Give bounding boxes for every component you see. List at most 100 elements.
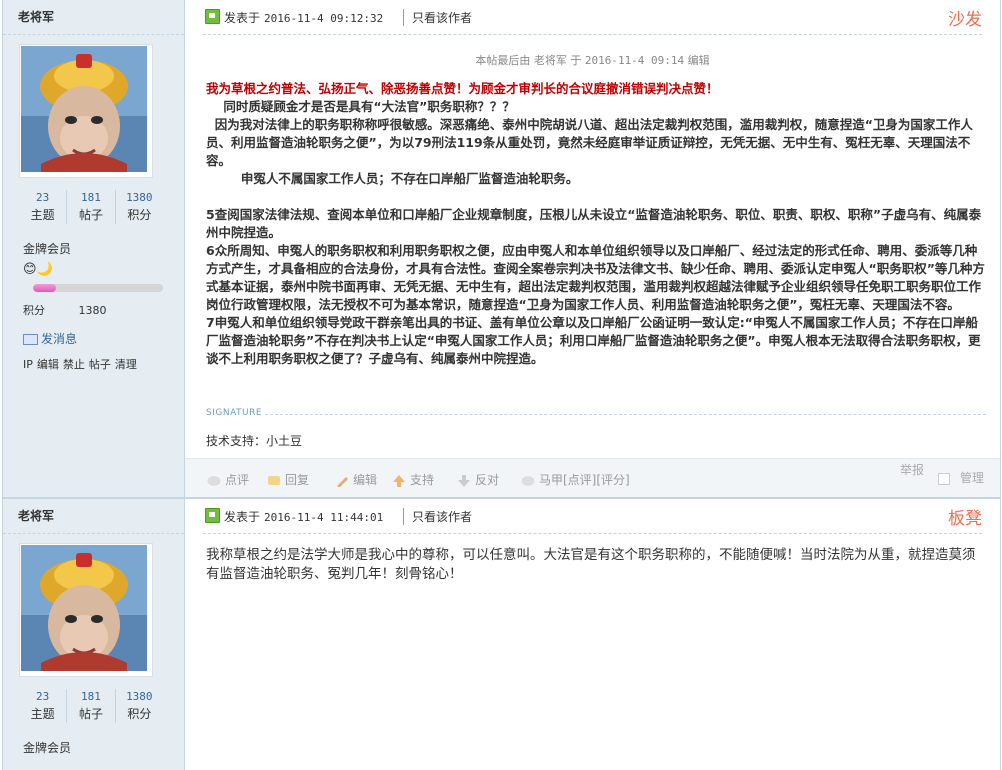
author-panel: 老将军 23 主题 181	[3, 499, 185, 770]
send-message-label: 发消息	[41, 332, 78, 346]
author-name[interactable]: 老将军	[18, 8, 54, 25]
only-author-link[interactable]: 只看该作者	[403, 9, 472, 26]
comment-icon	[207, 475, 221, 486]
post-time: 发表于 2016-11-4 11:44:01	[224, 508, 383, 525]
stat-label: 积分	[127, 208, 152, 222]
stat-label: 积分	[127, 707, 152, 721]
report-link[interactable]: 举报	[900, 461, 924, 478]
thumbs-up-icon	[393, 474, 405, 487]
manage-control[interactable]: 管理	[937, 469, 984, 486]
post-content: 发表于 2016-11-4 09:12:32 只看该作者 沙发 本帖最后由 老将军…	[185, 0, 1000, 497]
edit-suffix: 编辑	[687, 54, 710, 67]
manage-label: 管理	[959, 471, 984, 485]
post-paragraph: 6众所周知、申冤人的职务职权和利用职务职权之便，应由申冤人和本单位组织领导以及口…	[206, 243, 985, 312]
avatar[interactable]	[19, 543, 153, 677]
edit-label: 编辑	[353, 473, 378, 487]
oppose-label: 反对	[475, 473, 500, 487]
post-paragraph: 同时质疑顾金才是否是具有“大法官”职务职称？？？	[206, 99, 515, 114]
author-panel: 老将军 23 主题 181	[3, 0, 185, 497]
stat-posts[interactable]: 181 帖子	[66, 689, 114, 723]
author-stats: 23 主题 181 帖子 1380 积分	[19, 689, 163, 723]
support-label: 支持	[410, 473, 435, 487]
pencil-icon	[337, 476, 348, 487]
floor-label[interactable]: 沙发	[948, 5, 982, 30]
admin-ban-link[interactable]: 禁止	[63, 358, 85, 371]
stat-credits[interactable]: 1380 积分	[114, 190, 163, 224]
post-1: 老将军 23 主题 181 帖子 1380 积分 金牌会员 😊🌙 积分 1380…	[2, 0, 1001, 499]
stat-value: 181	[81, 191, 101, 204]
posted-time: 2016-11-4 11:44:01	[264, 511, 384, 524]
manage-checkbox[interactable]	[937, 472, 950, 485]
support-button[interactable]: 支持	[392, 471, 434, 488]
post-paragraph: 5查阅国家法律法规、查阅本单位和口岸船厂企业规章制度，压根儿从未设立“监督造油轮…	[206, 207, 982, 240]
stat-label: 帖子	[78, 208, 103, 222]
oppose-button[interactable]: 反对	[457, 471, 499, 488]
author-name[interactable]: 老将军	[18, 507, 54, 524]
post-content: 发表于 2016-11-4 11:44:01 只看该作者 板凳 我称草根之约是法学…	[185, 499, 1000, 770]
post-header: 发表于 2016-11-4 09:12:32 只看该作者 沙发	[203, 0, 982, 35]
stat-label: 主题	[30, 707, 55, 721]
signature-divider	[265, 414, 986, 415]
majia-button[interactable]: 马甲[点评][评分]	[521, 471, 630, 488]
send-message-link[interactable]: 发消息	[23, 330, 77, 347]
post-paragraph: 7申冤人和单位组织领导党政干群亲笔出具的书证、盖有单位公章以及口岸船厂公函证明一…	[206, 315, 981, 366]
reply-button[interactable]: 回复	[267, 471, 309, 488]
user-rank[interactable]: 金牌会员	[23, 240, 71, 257]
post-2: 老将军 23 主题 181 帖子 1380 积分 金牌会员 发表于 2016-1…	[2, 499, 1001, 770]
admin-edit-link[interactable]: 编辑	[37, 358, 59, 371]
credits-value: 1380	[78, 304, 107, 317]
rate-button[interactable]: 点评	[207, 471, 249, 488]
stat-value: 23	[36, 191, 50, 204]
floor-label[interactable]: 板凳	[948, 504, 982, 529]
only-author-link[interactable]: 只看该作者	[403, 508, 472, 525]
divider	[3, 533, 184, 534]
online-status-icon	[205, 9, 220, 24]
online-status-icon	[205, 508, 220, 523]
post-title-line: 我为草根之约普法、弘扬正气、除恶扬善点赞！为顾金才审判长的合议庭撤消错误判决点赞…	[206, 81, 719, 96]
stat-value: 1380	[126, 191, 153, 204]
post-header: 发表于 2016-11-4 11:44:01 只看该作者 板凳	[203, 499, 982, 534]
level-progress-fill	[33, 284, 57, 292]
edit-time: 2016-11-4 09:14	[584, 54, 685, 67]
avatar[interactable]	[19, 44, 153, 178]
admin-ip-link[interactable]: IP	[23, 358, 33, 371]
stat-threads[interactable]: 23 主题	[19, 190, 66, 224]
stat-value: 1380	[126, 690, 153, 703]
envelope-icon	[23, 334, 38, 345]
edit-note: 本帖最后由 老将军 于 2016-11-4 09:14 编辑	[185, 52, 1000, 68]
post-paragraph: 因为我对法律上的职务职称称呼很敏感。深恶痛绝、泰州中院胡说八道、超出法定裁判权范…	[206, 117, 973, 168]
post-body: 我称草根之约是法学大师是我心中的尊称，可以任意叫。大法官是有这个职务职称的，不能…	[206, 547, 976, 582]
posted-label: 发表于	[224, 510, 261, 524]
posted-time: 2016-11-4 09:12:32	[264, 12, 384, 25]
level-progress-bar	[33, 284, 163, 292]
posted-label: 发表于	[224, 11, 261, 25]
admin-links: IP 编辑 禁止 帖子 清理	[23, 356, 141, 372]
credits-label: 积分	[23, 304, 45, 317]
user-rank[interactable]: 金牌会员	[23, 739, 71, 756]
reply-label: 回复	[285, 473, 310, 487]
edit-button[interactable]: 编辑	[335, 471, 377, 488]
avatar-image	[21, 545, 147, 671]
avatar-image	[21, 46, 147, 172]
thumbs-down-icon	[458, 474, 470, 487]
post-time: 发表于 2016-11-4 09:12:32	[224, 9, 383, 26]
stat-threads[interactable]: 23 主题	[19, 689, 66, 723]
rate-label: 点评	[225, 473, 250, 487]
admin-posts-link[interactable]: 帖子	[89, 358, 111, 371]
edit-prefix: 本帖最后由	[475, 54, 531, 67]
stat-posts[interactable]: 181 帖子	[66, 190, 114, 224]
stat-value: 23	[36, 690, 50, 703]
divider	[3, 34, 184, 35]
credits-row: 积分 1380	[23, 302, 137, 318]
edit-middle: 于	[570, 54, 582, 67]
stat-credits[interactable]: 1380 积分	[114, 689, 163, 723]
reply-icon	[268, 475, 280, 485]
post-action-bar: 点评 回复 编辑 支持 反对 马甲[点评][评分] 举报 管理	[185, 458, 1000, 497]
admin-clean-link[interactable]: 清理	[115, 358, 137, 371]
author-stats: 23 主题 181 帖子 1380 积分	[19, 190, 163, 224]
medal-icons: 😊🌙	[23, 262, 53, 277]
signature-text: 技术支持：小土豆	[206, 434, 303, 448]
stat-label: 帖子	[78, 707, 103, 721]
edit-editor: 老将军	[533, 54, 567, 67]
